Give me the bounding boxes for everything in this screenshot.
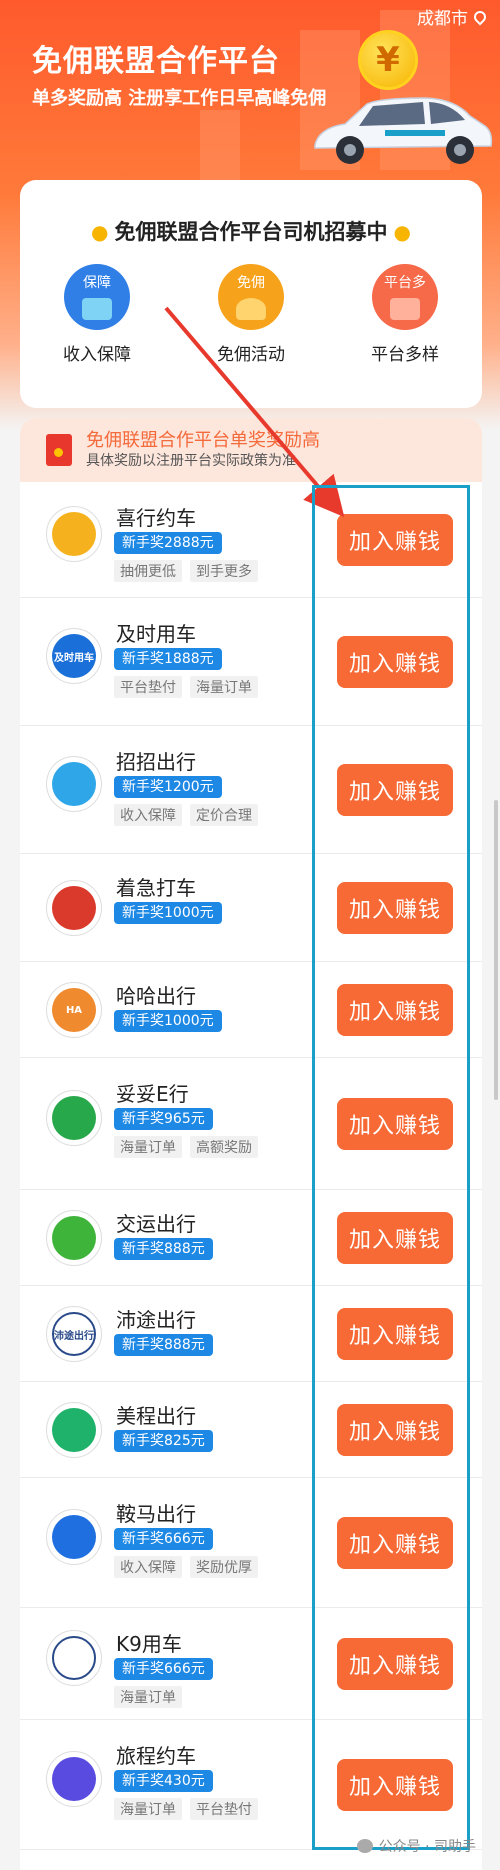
annotation-arrow bbox=[164, 306, 345, 518]
scrollbar[interactable] bbox=[494, 800, 498, 1100]
watermark-text: 公众号 · 司助手 bbox=[378, 1839, 476, 1855]
wechat-icon bbox=[356, 1839, 373, 1853]
watermark: 公众号 · 司助手 bbox=[356, 1836, 476, 1856]
